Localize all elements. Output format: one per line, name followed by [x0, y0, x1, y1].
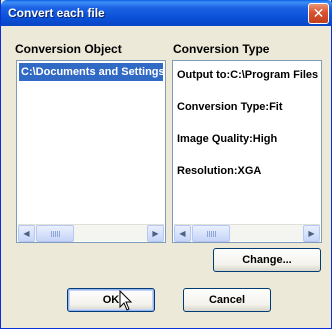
list-item[interactable]: Output to:C:\Program Files — [175, 64, 319, 86]
chevron-right-icon: ▶ — [308, 229, 315, 238]
window-title: Convert each file — [8, 6, 105, 20]
list-item[interactable]: Image Quality:High — [175, 128, 319, 150]
chevron-right-icon: ▶ — [152, 229, 159, 238]
scroll-left-button[interactable]: ◀ — [18, 225, 35, 242]
mouse-pointer-icon — [119, 290, 133, 311]
chevron-left-icon: ◀ — [179, 229, 186, 238]
close-button[interactable]: ✕ — [308, 3, 329, 24]
list-item[interactable]: Conversion Type:Fit — [175, 96, 319, 118]
title-bar[interactable]: Convert each file ✕ — [1, 0, 332, 26]
ok-button[interactable]: OK — [67, 288, 155, 312]
list-item[interactable]: C:\Documents and Settings — [19, 63, 163, 81]
scroll-right-button[interactable]: ▶ — [303, 225, 320, 242]
scroll-left-button[interactable]: ◀ — [174, 225, 191, 242]
horizontal-scrollbar[interactable]: ◀ ▶ — [174, 224, 320, 242]
conversion-type-label: Conversion Type — [173, 42, 270, 56]
change-button[interactable]: Change... — [213, 248, 321, 272]
grip-icon — [207, 231, 217, 237]
scroll-thumb[interactable] — [192, 225, 230, 242]
list-item[interactable]: Resolution:XGA — [175, 160, 319, 182]
conversion-object-label: Conversion Object — [15, 42, 122, 56]
dialog-window: Convert each file ✕ Conversion Object Co… — [0, 0, 332, 329]
scroll-right-button[interactable]: ▶ — [147, 225, 164, 242]
close-icon: ✕ — [312, 5, 325, 22]
chevron-left-icon: ◀ — [23, 229, 30, 238]
horizontal-scrollbar[interactable]: ◀ ▶ — [18, 224, 164, 242]
scroll-thumb[interactable] — [36, 225, 74, 242]
conversion-object-list[interactable]: C:\Documents and Settings ◀ ▶ — [16, 60, 166, 243]
grip-icon — [51, 231, 61, 237]
cancel-button[interactable]: Cancel — [183, 288, 271, 312]
conversion-type-list[interactable]: Output to:C:\Program Files Conversion Ty… — [172, 60, 322, 243]
